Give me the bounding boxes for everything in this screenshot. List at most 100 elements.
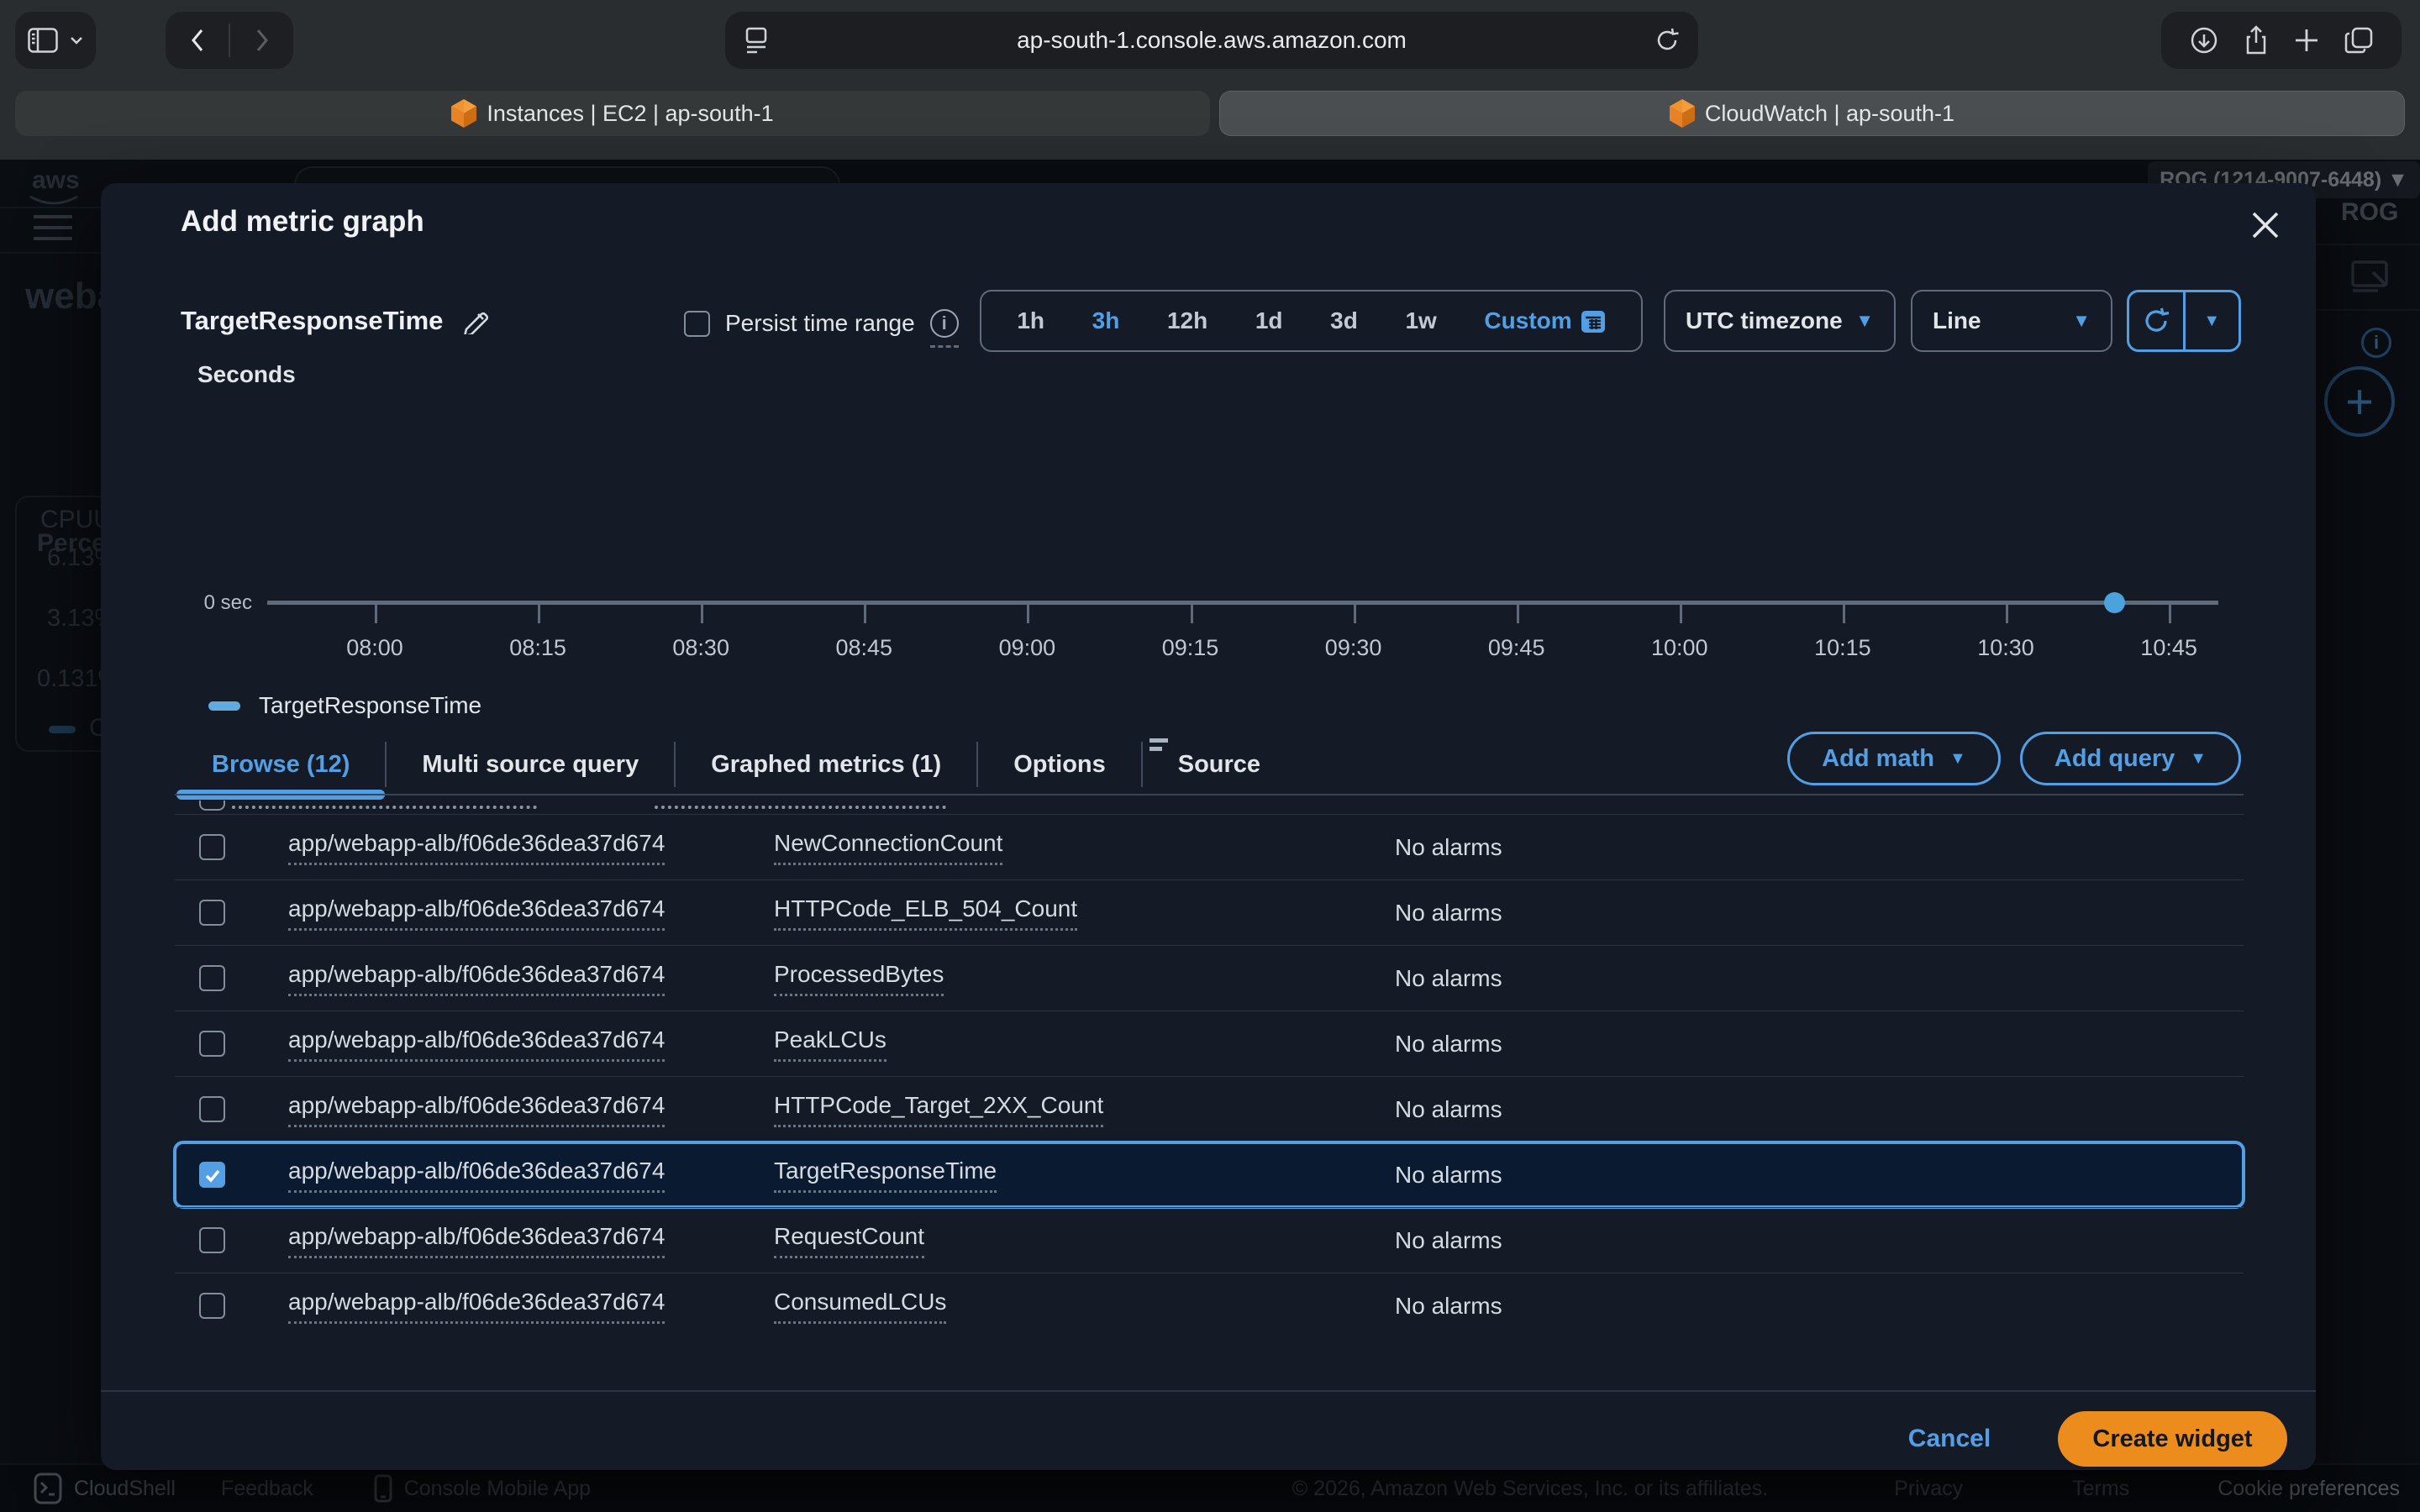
time-range-1d[interactable]: 1d [1255,307,1283,334]
sidebar-toggle-button[interactable] [15,12,96,69]
forward-button[interactable] [230,28,293,53]
row-checkbox[interactable] [199,965,225,991]
legend-dash-icon [208,701,240,711]
row-checkbox[interactable] [199,1162,225,1188]
axis-tick [1191,605,1193,623]
browser-tab-cloudwatch[interactable]: CloudWatch | ap-south-1 [1219,91,2405,136]
add-metric-graph-modal: Add metric graph TargetResponseTime Pers… [101,183,2316,1470]
url-bar[interactable]: ap-south-1.console.aws.amazon.com [725,12,1698,69]
tab-options[interactable]: Options [978,733,1141,795]
back-button[interactable] [166,28,229,53]
tab-overview-icon[interactable] [2344,27,2373,54]
info-icon[interactable]: i [930,309,959,338]
partial-row [175,795,2244,814]
row-checkbox[interactable] [199,1096,225,1122]
row-dimension[interactable]: app/webapp-alb/f06de36dea37d674 [288,830,665,865]
chevron-down-icon: ▼ [1949,749,1966,769]
browser-tab-label: Instances | EC2 | ap-south-1 [487,101,773,127]
axis-tick [538,605,540,623]
row-metric[interactable]: TargetResponseTime [774,1158,997,1193]
chevron-down-icon: ▼ [2190,749,2207,769]
row-checkbox[interactable] [199,1031,225,1057]
edit-pencil-icon[interactable] [461,307,488,334]
row-metric[interactable]: ProcessedBytes [774,961,944,996]
browser-tab-ec2[interactable]: Instances | EC2 | ap-south-1 [15,91,1210,136]
chart-data-point [2104,592,2125,613]
persist-checkbox[interactable] [684,311,710,337]
row-alarms: No alarms [1395,834,1502,861]
axis-tick-label: 10:15 [1776,635,1910,661]
tab-label: Multi source query [422,751,639,779]
new-tab-icon[interactable] [2294,28,2319,53]
table-row[interactable]: app/webapp-alb/f06de36dea37d674 TargetRes… [175,1142,2244,1207]
refresh-page-icon[interactable] [1655,27,1680,54]
refresh-button[interactable] [2129,292,2183,349]
axis-tick-label: 10:45 [2102,635,2236,661]
persist-time-range: Persist time range i [684,309,959,338]
table-row[interactable]: app/webapp-alb/f06de36dea37d674 HTTPCode_… [175,1076,2244,1142]
row-checkbox[interactable] [199,834,225,860]
axis-tick [701,605,703,623]
time-range-1w[interactable]: 1w [1405,307,1436,334]
tab-browse-12[interactable]: Browse (12) [176,733,385,795]
tab-source[interactable]: Source [1143,733,1296,795]
axis-tick-label: 10:30 [1939,635,2073,661]
table-row[interactable]: app/webapp-alb/f06de36dea37d674 ConsumedL… [175,1273,2244,1338]
chart-legend[interactable]: TargetResponseTime [208,692,481,719]
axis-tick-label: 09:30 [1286,635,1421,661]
tab-label: Options [1013,751,1106,779]
row-metric[interactable]: PeakLCUs [774,1026,886,1062]
time-range-3d[interactable]: 3d [1330,307,1358,334]
toolbar-right [2161,12,2402,69]
row-checkbox[interactable] [199,1293,225,1319]
row-checkbox[interactable] [199,900,225,926]
row-alarms: No alarms [1395,1162,1502,1189]
time-range-12h[interactable]: 12h [1167,307,1207,334]
row-dimension[interactable]: app/webapp-alb/f06de36dea37d674 [288,1289,665,1324]
row-dimension[interactable]: app/webapp-alb/f06de36dea37d674 [288,1092,665,1127]
axis-tick-label: 08:15 [471,635,605,661]
time-range-1h[interactable]: 1h [1017,307,1044,334]
refresh-split-button: ▼ [2127,290,2241,352]
close-icon[interactable] [2242,202,2289,249]
chevron-down-icon [70,36,83,45]
downloads-icon[interactable] [2190,26,2218,55]
row-metric[interactable]: HTTPCode_ELB_504_Count [774,895,1077,931]
chart-type-dropdown[interactable]: Line ▼ [1911,290,2112,352]
table-row[interactable]: app/webapp-alb/f06de36dea37d674 Processed… [175,945,2244,1011]
persist-label: Persist time range [725,310,915,337]
refresh-options-button[interactable]: ▼ [2183,292,2239,349]
row-dimension[interactable]: app/webapp-alb/f06de36dea37d674 [288,895,665,931]
timezone-value: UTC timezone [1686,307,1843,334]
reader-icon[interactable] [744,26,769,55]
y-axis-title: Seconds [197,361,296,388]
axis-tick [2006,605,2008,623]
time-range-3h[interactable]: 3h [1092,307,1120,334]
table-row[interactable]: app/webapp-alb/f06de36dea37d674 RequestCo… [175,1207,2244,1273]
row-dimension[interactable]: app/webapp-alb/f06de36dea37d674 [288,1026,665,1062]
row-metric[interactable]: NewConnectionCount [774,830,1002,865]
row-alarms: No alarms [1395,1227,1502,1254]
row-metric[interactable]: ConsumedLCUs [774,1289,946,1324]
share-icon[interactable] [2244,25,2269,55]
row-metric[interactable]: HTTPCode_Target_2XX_Count [774,1092,1103,1127]
row-dimension[interactable]: app/webapp-alb/f06de36dea37d674 [288,1158,665,1193]
timezone-dropdown[interactable]: UTC timezone ▼ [1664,290,1896,352]
row-dimension[interactable]: app/webapp-alb/f06de36dea37d674 [288,1223,665,1258]
row-dimension[interactable]: app/webapp-alb/f06de36dea37d674 [288,961,665,996]
row-checkbox[interactable] [199,1227,225,1253]
cancel-button[interactable]: Cancel [1891,1425,2008,1453]
table-row[interactable]: app/webapp-alb/f06de36dea37d674PeakLCUsN… [175,1011,2244,1076]
tab-multi-source-query[interactable]: Multi source query [387,733,674,795]
add-math-button[interactable]: Add math ▼ [1787,732,2001,785]
time-range-custom[interactable]: Custom [1484,307,1605,334]
create-widget-button[interactable]: Create widget [2058,1411,2287,1467]
axis-tick [1843,605,1845,623]
row-metric[interactable]: RequestCount [774,1223,924,1258]
table-row[interactable]: app/webapp-alb/f06de36dea37d674 NewConnec… [175,814,2244,879]
add-query-button[interactable]: Add query ▼ [2020,732,2241,785]
tab-graphed-metrics-1[interactable]: Graphed metrics (1) [676,733,976,795]
add-math-label: Add math [1822,745,1934,773]
table-row[interactable]: app/webapp-alb/f06de36dea37d674 HTTPCode_… [175,879,2244,945]
axis-tick-label: 09:15 [1123,635,1258,661]
